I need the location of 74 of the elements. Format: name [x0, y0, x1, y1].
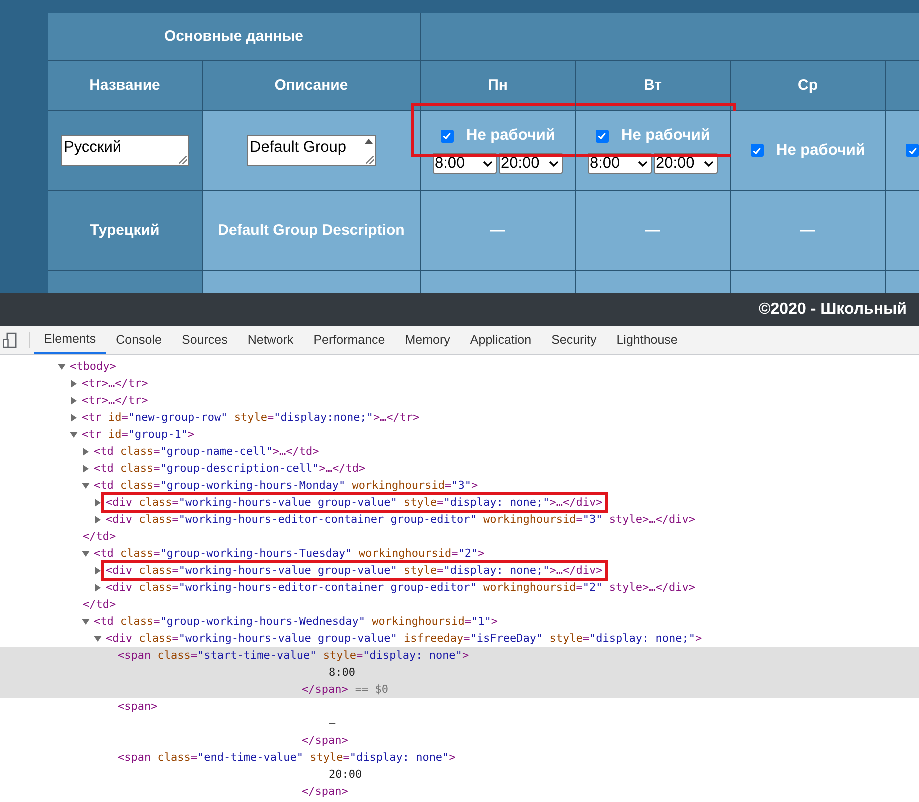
triangle-icon[interactable] — [94, 634, 102, 642]
checkbox[interactable] — [750, 144, 764, 157]
dom-node-line[interactable]: <td class="group-description-cell">…</td> — [93, 462, 367, 475]
checkbox[interactable] — [440, 130, 454, 142]
description-input[interactable]: Default Group — [247, 135, 376, 166]
devtools-tab[interactable]: Console — [106, 326, 172, 354]
checkbox-label: Не рабочий — [466, 127, 556, 145]
closing-tag-line[interactable]: </span> — [301, 734, 350, 747]
triangle-icon[interactable] — [70, 380, 78, 388]
devtools-tab[interactable]: Security — [542, 326, 607, 354]
dom-node-line[interactable]: <td class="group-working-hours-Wednesday" workinghoursid="1"> — [93, 615, 500, 628]
dom-node-line[interactable]: <div class="working-hours-value group-value" isfreeday="isFreeDay" style="display: none;"> — [105, 632, 704, 645]
checkbox[interactable] — [906, 144, 919, 157]
triangle-icon[interactable] — [58, 362, 66, 370]
triangle-icon[interactable] — [82, 550, 90, 558]
caret-icon — [638, 160, 648, 166]
dom-node-line[interactable]: <span> — [117, 700, 159, 713]
triangle-icon[interactable] — [94, 584, 102, 592]
dom-node-line[interactable]: <span class="end-time-value" style="display: none"> — [117, 751, 457, 764]
checkbox-label: Не рабочий — [776, 142, 866, 160]
dom-node-line[interactable]: <div class="working-hours-editor-container group-editor" workinghoursid="3" style>…</div> — [105, 513, 696, 526]
triangle-icon[interactable] — [70, 396, 78, 404]
dom-node-line[interactable]: <tbody> — [69, 360, 118, 373]
device-toggle-icon[interactable] — [3, 332, 17, 349]
table-cell: — — [576, 191, 731, 271]
triangle-icon[interactable] — [70, 414, 78, 422]
table-cell: Default Group Description — [203, 191, 421, 271]
column-header: Пн — [421, 61, 576, 111]
devtools-tab[interactable]: Elements — [34, 326, 106, 354]
triangle-icon[interactable] — [82, 618, 90, 626]
caret-icon — [483, 160, 493, 166]
copyright-text: ©2020 - Школьный — [758, 300, 907, 318]
closing-tag-line[interactable]: </td> — [82, 598, 118, 611]
triangle-icon[interactable] — [70, 430, 78, 438]
dom-node-line[interactable]: <tr id="new-group-row" style="display:none;">…</tr> — [81, 411, 421, 424]
closing-tag-line[interactable]: </span> — [301, 785, 350, 798]
checkbox[interactable] — [596, 130, 609, 142]
triangle-icon[interactable] — [94, 498, 102, 506]
caret-icon — [549, 160, 559, 166]
devtools-tab[interactable]: Memory — [395, 326, 460, 354]
closing-tag-line[interactable]: </td> — [82, 530, 118, 543]
text-node-line[interactable]: – — [328, 717, 337, 730]
triangle-icon[interactable] — [82, 464, 90, 472]
caret-icon — [704, 160, 714, 166]
devtools-tab[interactable]: Network — [238, 326, 304, 354]
dom-node-line[interactable]: <tr>…</tr> — [81, 377, 150, 390]
text-node-line[interactable]: 8:00 — [328, 666, 356, 679]
column-header: Название — [48, 61, 203, 111]
dom-node-line[interactable]: <tr>…</tr> — [81, 394, 150, 407]
triangle-icon[interactable] — [82, 482, 90, 490]
table-header-cell: Основные данные — [48, 13, 421, 61]
table-cell: — — [421, 191, 576, 271]
selected-node-marker: == $0 — [355, 683, 388, 696]
closing-tag-line[interactable]: </span> — [301, 683, 350, 696]
dom-node-line[interactable]: <tr id="group-1"> — [81, 428, 196, 441]
devtools-tab[interactable]: Performance — [304, 326, 396, 354]
devtools-tab[interactable]: Lighthouse — [606, 326, 688, 354]
column-header: Вт — [576, 61, 731, 111]
triangle-icon[interactable] — [82, 448, 90, 456]
name-input[interactable]: Русский — [61, 135, 189, 166]
column-header: Описание — [203, 61, 421, 111]
table-cell: — — [731, 191, 886, 271]
checkbox-label: Не рабочий — [622, 127, 710, 145]
table-cell: Турецкий — [48, 191, 203, 271]
dom-node-line[interactable]: <div class="working-hours-editor-container group-editor" workinghoursid="2" style>…</div> — [105, 581, 696, 594]
dom-node-line[interactable]: <td class="group-name-cell">…</td> — [93, 445, 320, 458]
dom-node-line[interactable]: <td class="group-working-hours-Tuesday" workinghoursid="2"> — [93, 547, 486, 560]
text-node-line[interactable]: 20:00 — [328, 768, 364, 781]
dom-node-line[interactable]: <td class="group-working-hours-Monday" workinghoursid="3"> — [93, 479, 480, 492]
triangle-icon[interactable] — [94, 516, 102, 524]
devtools-tab[interactable]: Sources — [172, 326, 238, 354]
triangle-icon[interactable] — [94, 566, 102, 574]
column-header: Ср — [731, 61, 886, 111]
devtools-tab[interactable]: Application — [460, 326, 542, 354]
